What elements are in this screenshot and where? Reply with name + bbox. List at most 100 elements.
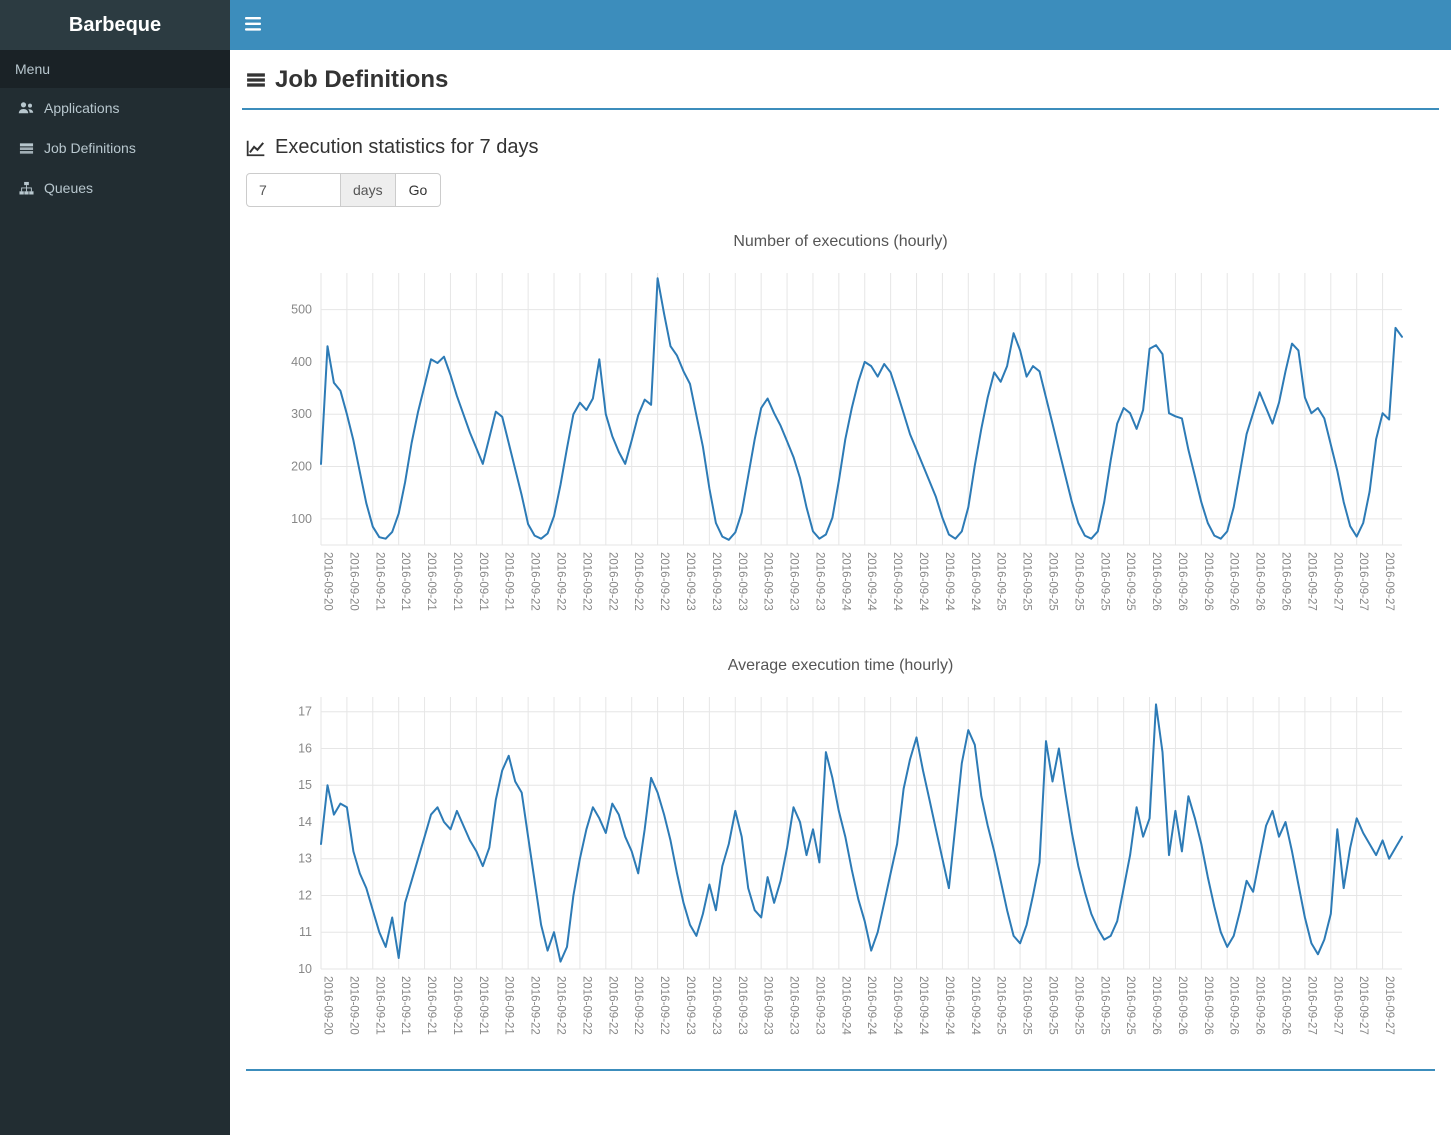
svg-text:2016-09-22: 2016-09-22 xyxy=(528,552,540,611)
svg-text:2016-09-24: 2016-09-24 xyxy=(968,552,980,611)
svg-text:2016-09-24: 2016-09-24 xyxy=(942,552,954,611)
svg-text:2016-09-22: 2016-09-22 xyxy=(554,976,566,1035)
svg-text:2016-09-26: 2016-09-26 xyxy=(1150,976,1162,1035)
executions-chart-block: Number of executions (hourly) 2016-09-20… xyxy=(246,233,1435,631)
svg-text:2016-09-23: 2016-09-23 xyxy=(683,976,695,1035)
svg-text:11: 11 xyxy=(299,925,312,939)
svg-text:14: 14 xyxy=(298,815,312,829)
sidebar: Menu Applications Job Definitions Queues xyxy=(0,50,230,1135)
executions-chart: 2016-09-20 2016-09-20 2016-09-21 2016-09-21… xyxy=(291,273,1403,611)
svg-text:2016-09-25: 2016-09-25 xyxy=(1072,552,1084,611)
svg-text:2016-09-22: 2016-09-22 xyxy=(554,552,566,611)
svg-text:2016-09-24: 2016-09-24 xyxy=(942,976,954,1035)
page-header: Job Definitions xyxy=(242,50,1439,110)
svg-text:2016-09-23: 2016-09-23 xyxy=(709,552,721,611)
svg-text:2016-09-23: 2016-09-23 xyxy=(761,976,773,1035)
svg-text:2016-09-26: 2016-09-26 xyxy=(1227,552,1239,611)
svg-text:2016-09-21: 2016-09-21 xyxy=(373,976,385,1035)
users-icon xyxy=(18,100,34,116)
svg-text:2016-09-23: 2016-09-23 xyxy=(683,552,695,611)
svg-text:2016-09-25: 2016-09-25 xyxy=(994,976,1006,1035)
avg-time-chart-title: Average execution time (hourly) xyxy=(727,657,954,674)
svg-text:2016-09-26: 2016-09-26 xyxy=(1201,552,1213,611)
svg-text:2016-09-27: 2016-09-27 xyxy=(1305,552,1317,611)
sidebar-item-job-definitions[interactable]: Job Definitions xyxy=(0,128,230,168)
svg-text:2016-09-22: 2016-09-22 xyxy=(658,552,670,611)
svg-text:400: 400 xyxy=(291,355,312,369)
svg-text:2016-09-24: 2016-09-24 xyxy=(891,976,903,1035)
svg-text:2016-09-24: 2016-09-24 xyxy=(968,976,980,1035)
days-form: days Go xyxy=(246,173,1435,207)
sidebar-item-applications[interactable]: Applications xyxy=(0,88,230,128)
svg-text:2016-09-25: 2016-09-25 xyxy=(1124,552,1136,611)
svg-text:2016-09-24: 2016-09-24 xyxy=(839,552,851,611)
sidebar-item-queues[interactable]: Queues xyxy=(0,168,230,208)
svg-text:2016-09-21: 2016-09-21 xyxy=(476,552,488,611)
svg-text:2016-09-25: 2016-09-25 xyxy=(1098,552,1110,611)
svg-text:2016-09-21: 2016-09-21 xyxy=(425,552,437,611)
svg-text:2016-09-21: 2016-09-21 xyxy=(373,552,385,611)
svg-text:2016-09-27: 2016-09-27 xyxy=(1357,976,1369,1035)
svg-text:2016-09-27: 2016-09-27 xyxy=(1383,552,1395,611)
bars-icon xyxy=(245,16,261,34)
svg-text:2016-09-21: 2016-09-21 xyxy=(450,976,462,1035)
svg-text:2016-09-26: 2016-09-26 xyxy=(1201,976,1213,1035)
svg-text:2016-09-24: 2016-09-24 xyxy=(917,976,929,1035)
svg-text:2016-09-20: 2016-09-20 xyxy=(321,976,333,1035)
sidebar-toggle-button[interactable] xyxy=(230,0,276,50)
svg-text:100: 100 xyxy=(291,512,312,526)
svg-text:2016-09-23: 2016-09-23 xyxy=(761,552,773,611)
sidebar-menu-header: Menu xyxy=(0,50,230,88)
svg-text:2016-09-22: 2016-09-22 xyxy=(528,976,540,1035)
svg-text:2016-09-24: 2016-09-24 xyxy=(891,552,903,611)
avg-time-chart-block: Average execution time (hourly) 2016-09-… xyxy=(246,657,1435,1055)
app-root: Barbeque Menu Applications Job Definitio… xyxy=(0,0,1451,1135)
svg-text:2016-09-23: 2016-09-23 xyxy=(787,552,799,611)
days-input[interactable] xyxy=(246,173,341,207)
sidebar-item-label: Applications xyxy=(44,100,120,116)
svg-text:2016-09-21: 2016-09-21 xyxy=(425,976,437,1035)
svg-text:2016-09-27: 2016-09-27 xyxy=(1305,976,1317,1035)
svg-text:2016-09-25: 2016-09-25 xyxy=(1020,552,1032,611)
svg-text:2016-09-21: 2016-09-21 xyxy=(476,976,488,1035)
svg-text:2016-09-26: 2016-09-26 xyxy=(1279,976,1291,1035)
go-button[interactable]: Go xyxy=(395,173,442,207)
sidebar-item-label: Job Definitions xyxy=(44,140,136,156)
avg-time-chart: 2016-09-20 2016-09-20 2016-09-21 2016-09-21… xyxy=(298,697,1403,1035)
svg-text:2016-09-23: 2016-09-23 xyxy=(735,552,747,611)
svg-text:2016-09-25: 2016-09-25 xyxy=(1046,976,1058,1035)
svg-text:2016-09-22: 2016-09-22 xyxy=(658,976,670,1035)
svg-text:16: 16 xyxy=(298,741,312,755)
svg-text:12: 12 xyxy=(298,888,312,902)
page-title: Job Definitions xyxy=(275,66,449,93)
svg-text:2016-09-25: 2016-09-25 xyxy=(1072,976,1084,1035)
svg-text:2016-09-26: 2016-09-26 xyxy=(1150,552,1162,611)
bottom-divider xyxy=(246,1069,1435,1071)
svg-text:15: 15 xyxy=(298,778,312,792)
svg-text:2016-09-22: 2016-09-22 xyxy=(632,552,644,611)
svg-text:2016-09-21: 2016-09-21 xyxy=(502,976,514,1035)
execution-statistics-panel: Execution statistics for 7 days days Go … xyxy=(242,110,1439,1071)
svg-text:2016-09-22: 2016-09-22 xyxy=(580,552,592,611)
svg-text:2016-09-26: 2016-09-26 xyxy=(1279,552,1291,611)
executions-chart-title: Number of executions (hourly) xyxy=(733,233,948,250)
svg-text:2016-09-21: 2016-09-21 xyxy=(450,552,462,611)
svg-text:2016-09-25: 2016-09-25 xyxy=(1020,976,1032,1035)
svg-text:2016-09-24: 2016-09-24 xyxy=(917,552,929,611)
content-section: Execution statistics for 7 days days Go … xyxy=(242,110,1439,1071)
top-navbar: Barbeque xyxy=(0,0,1451,50)
main-content: Job Definitions Execution statistics for… xyxy=(230,0,1451,1135)
svg-text:200: 200 xyxy=(291,460,312,474)
svg-text:300: 300 xyxy=(291,407,312,421)
svg-text:2016-09-23: 2016-09-23 xyxy=(813,976,825,1035)
svg-text:2016-09-23: 2016-09-23 xyxy=(735,976,747,1035)
svg-text:2016-09-27: 2016-09-27 xyxy=(1331,552,1343,611)
sidebar-item-label: Queues xyxy=(44,180,94,196)
brand-logo[interactable]: Barbeque xyxy=(0,0,230,50)
svg-text:2016-09-26: 2016-09-26 xyxy=(1253,552,1265,611)
days-addon-label: days xyxy=(341,173,396,207)
svg-text:2016-09-20: 2016-09-20 xyxy=(321,552,333,611)
svg-text:2016-09-24: 2016-09-24 xyxy=(839,976,851,1035)
list-icon xyxy=(246,70,266,90)
svg-text:2016-09-25: 2016-09-25 xyxy=(1124,976,1136,1035)
